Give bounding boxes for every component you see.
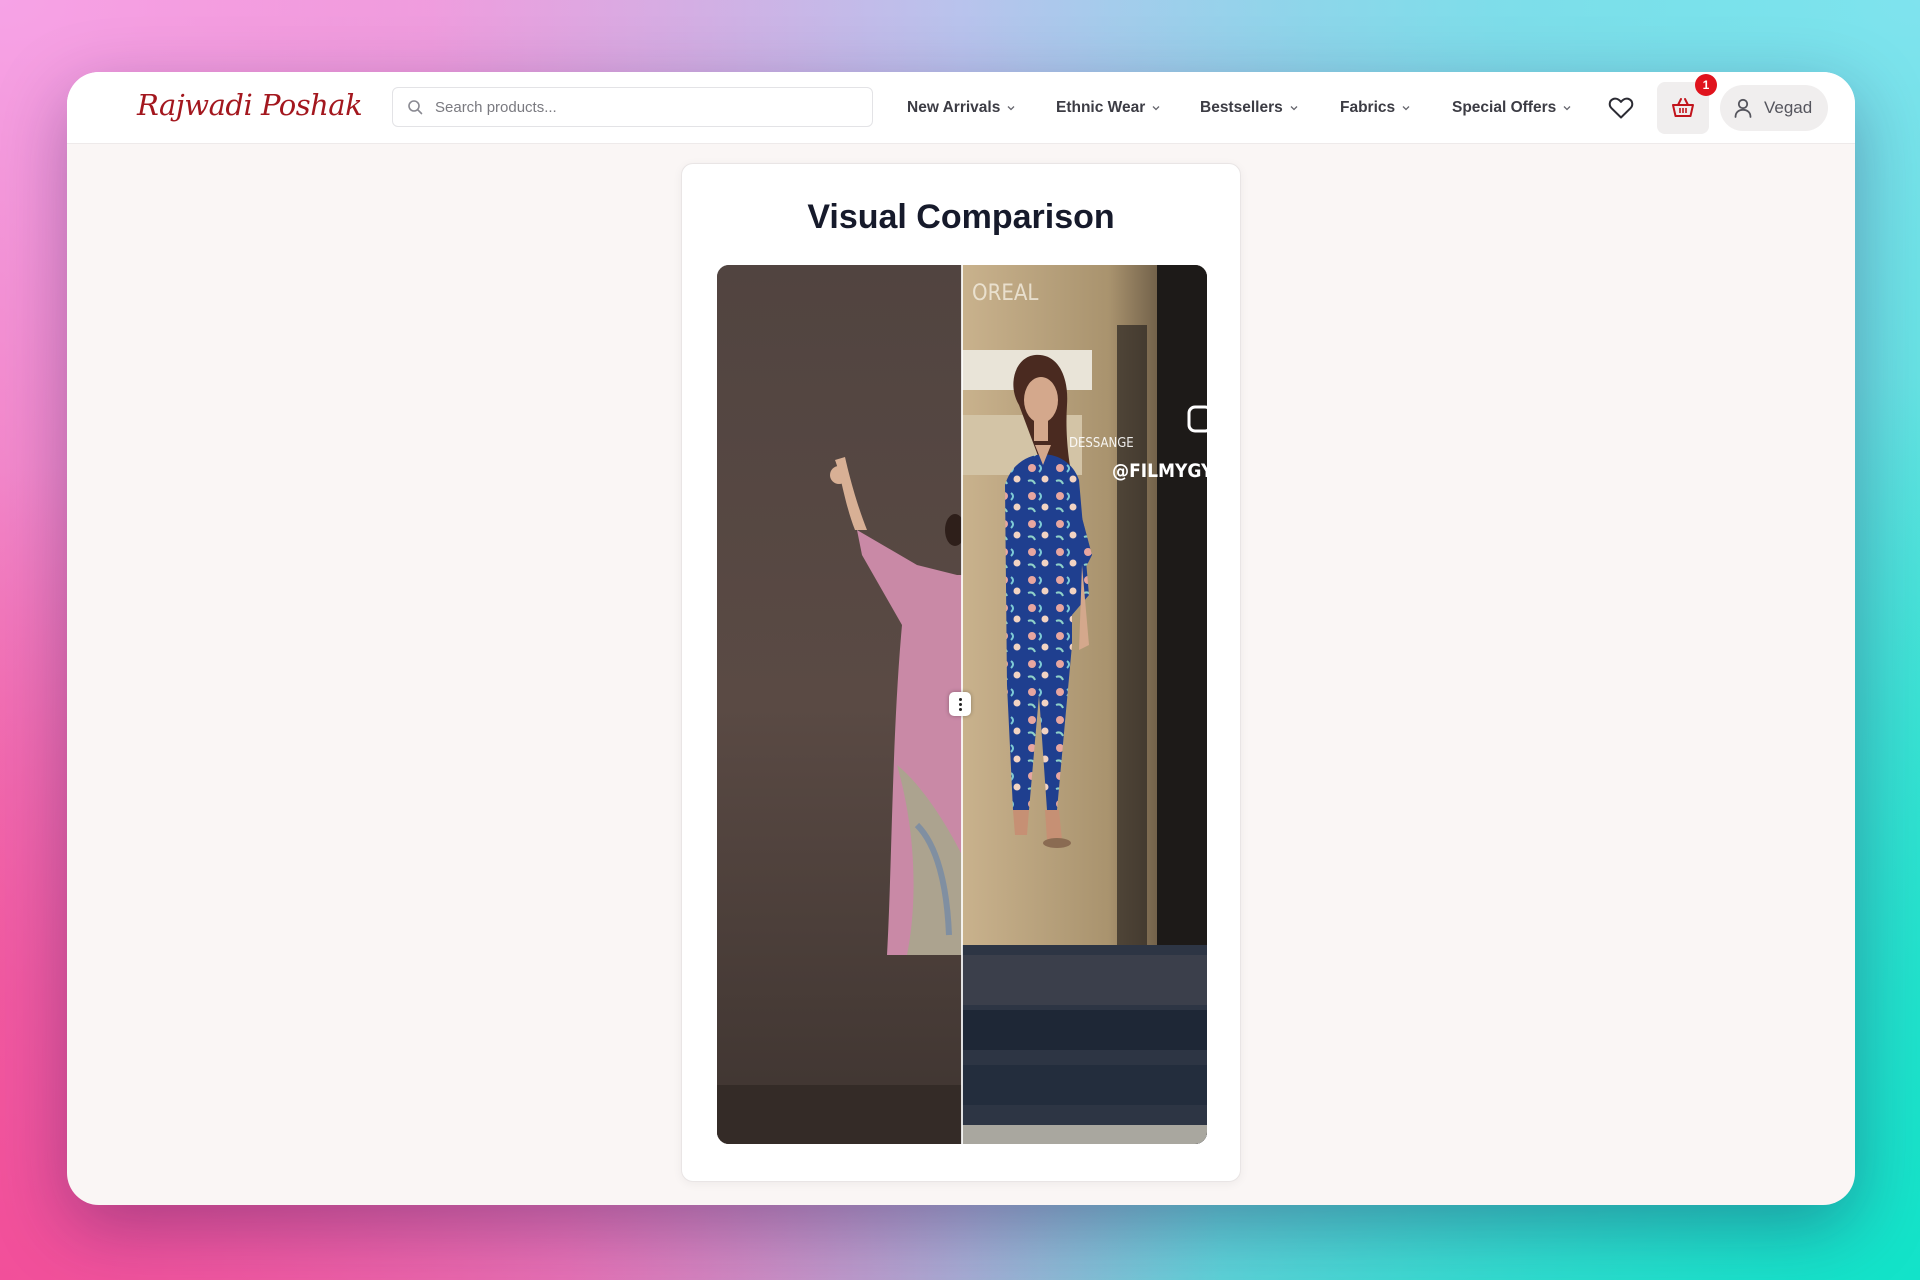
left-image: [717, 265, 965, 1144]
cart-button[interactable]: 1: [1657, 74, 1717, 134]
search-input[interactable]: [435, 98, 855, 116]
chevron-down-icon: [1402, 106, 1410, 111]
cart-count-badge: 1: [1695, 74, 1717, 96]
nav-label: Bestsellers: [1200, 99, 1283, 116]
nav-label: Special Offers: [1452, 99, 1557, 116]
brand-logo[interactable]: Rajwadi Poshak: [137, 88, 363, 122]
right-image: OREAL DESSANGE @FILMYGYA: [962, 265, 1207, 1144]
nav-fabrics[interactable]: Fabrics: [1340, 72, 1411, 144]
chevron-down-icon: [1290, 106, 1298, 111]
image-comparison-slider[interactable]: OREAL DESSANGE @FILMYGYA: [717, 265, 1207, 1144]
wishlist-button[interactable]: [1604, 90, 1638, 126]
user-name: Vegad: [1764, 98, 1813, 117]
comparison-card: Visual Comparison OREAL DESSANGE @FILMYG: [681, 163, 1241, 1182]
heart-icon: [1608, 97, 1634, 119]
basket-icon: [1672, 98, 1694, 117]
chevron-down-icon: [1007, 106, 1015, 111]
nav-ethnic-wear[interactable]: Ethnic Wear: [1056, 72, 1161, 144]
user-icon: [1734, 98, 1752, 118]
user-menu-button[interactable]: Vegad: [1720, 85, 1828, 131]
chevron-down-icon: [1563, 106, 1571, 111]
app-window: Rajwadi Poshak New Arrivals Ethnic Wear …: [67, 72, 1855, 1205]
watermark-text: @FILMYGYA: [1112, 460, 1207, 482]
page-title: Visual Comparison: [807, 198, 1115, 236]
nav-label: New Arrivals: [907, 99, 1001, 116]
chevron-down-icon: [1152, 106, 1160, 111]
nav-special-offers[interactable]: Special Offers: [1452, 72, 1572, 144]
search-icon: [408, 100, 423, 115]
nav-label: Ethnic Wear: [1056, 99, 1146, 116]
salon-sign-text: DESSANGE: [1069, 436, 1134, 451]
store-sign-text: OREAL: [972, 281, 1038, 306]
nav-new-arrivals[interactable]: New Arrivals: [907, 72, 1016, 144]
navbar: Rajwadi Poshak New Arrivals Ethnic Wear …: [67, 72, 1855, 144]
nav-label: Fabrics: [1340, 99, 1396, 116]
slider-handle[interactable]: [949, 692, 971, 716]
search-bar[interactable]: [392, 87, 873, 127]
nav-bestsellers[interactable]: Bestsellers: [1200, 72, 1299, 144]
